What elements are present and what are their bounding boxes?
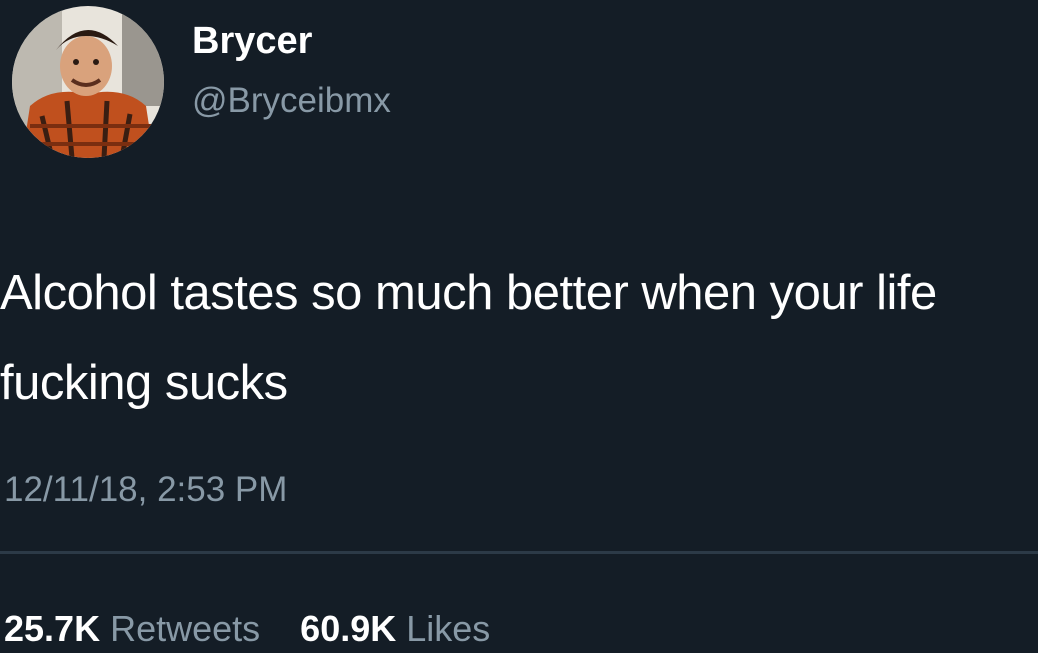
retweets-label: Retweets bbox=[110, 608, 261, 649]
divider bbox=[0, 551, 1038, 554]
retweets-stat[interactable]: 25.7K Retweets bbox=[4, 608, 260, 650]
avatar[interactable] bbox=[12, 6, 164, 158]
user-handle[interactable]: @Bryceibmx bbox=[192, 81, 391, 121]
avatar-image bbox=[12, 6, 164, 158]
display-name[interactable]: Brycer bbox=[192, 20, 312, 63]
likes-label: Likes bbox=[406, 608, 491, 649]
likes-count: 60.9K bbox=[300, 608, 397, 649]
tweet-text: Alcohol tastes so much better when your … bbox=[0, 266, 950, 410]
retweets-count: 25.7K bbox=[4, 608, 101, 649]
tweet-card: Brycer @Bryceibmx Alcohol tastes so much… bbox=[0, 0, 1038, 653]
tweet-stats: 25.7K Retweets 60.9K Likes bbox=[4, 608, 520, 650]
tweet-timestamp[interactable]: 12/11/18, 2:53 PM bbox=[4, 470, 287, 510]
likes-stat[interactable]: 60.9K Likes bbox=[300, 608, 490, 650]
